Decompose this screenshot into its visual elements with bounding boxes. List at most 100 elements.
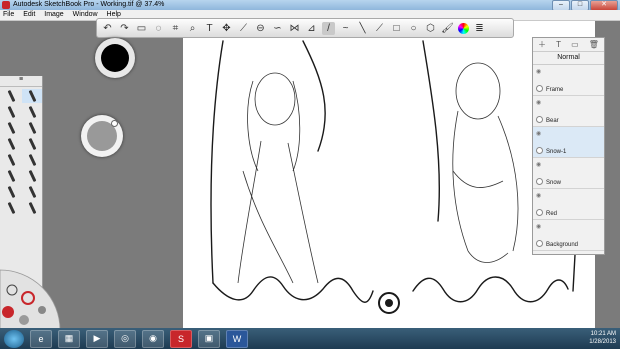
line-icon[interactable]: ╲: [356, 22, 369, 35]
french-curve-icon[interactable]: ∽: [271, 22, 284, 35]
marking-menu-red-icon: [2, 306, 14, 318]
brush-selected[interactable]: [22, 89, 42, 103]
chrome-icon[interactable]: ◎: [114, 329, 136, 348]
layer-radio[interactable]: [536, 116, 543, 123]
layer-bear[interactable]: ◉ Bear: [533, 96, 604, 127]
brush-smear[interactable]: [22, 153, 42, 167]
taskbar: e ▦ ▶ ◎ ◉ S ▣ W 10:21 AM 1/28/2013: [0, 328, 620, 349]
brush-pencil[interactable]: [1, 89, 21, 103]
brush-fill[interactable]: [1, 185, 21, 199]
eye-icon[interactable]: ◉: [536, 161, 541, 168]
color-wheel-icon[interactable]: [458, 22, 469, 34]
layer-radio[interactable]: [536, 178, 543, 185]
polygon-icon[interactable]: ⬡: [424, 22, 437, 35]
symmetry-icon[interactable]: ⋈: [288, 22, 301, 35]
brush-hard-eraser[interactable]: [22, 169, 42, 183]
text-icon[interactable]: T: [203, 22, 216, 35]
eye-icon[interactable]: ◉: [536, 130, 541, 137]
clock-time: 10:21 AM: [590, 331, 616, 337]
menu-image[interactable]: Image: [41, 10, 67, 18]
marking-menu-grey-icon: [19, 315, 29, 325]
eye-icon[interactable]: ◉: [536, 192, 541, 199]
redo-icon[interactable]: ↷: [118, 22, 131, 35]
firefox-icon[interactable]: ◉: [142, 329, 164, 348]
ellipse-guide-icon[interactable]: ⊖: [254, 22, 267, 35]
layer-background[interactable]: ◉ Background: [533, 220, 604, 251]
opacity-dot: [111, 120, 118, 127]
brush-marker[interactable]: [22, 105, 42, 119]
marking-menu-layer-icon: [38, 306, 46, 314]
color-puck[interactable]: [95, 38, 135, 78]
layer-label: Snow-1: [546, 149, 567, 155]
brush-chisel[interactable]: [1, 137, 21, 151]
layer-radio[interactable]: [536, 209, 543, 216]
lasso-icon[interactable]: ◌: [152, 22, 165, 35]
crop-icon[interactable]: ⌗: [169, 22, 182, 35]
eye-icon[interactable]: ◉: [536, 99, 541, 106]
layer-radio[interactable]: [536, 85, 543, 92]
brush-ink[interactable]: [1, 121, 21, 135]
sketchbook-app-icon: [2, 1, 10, 9]
ellipse-icon[interactable]: ○: [407, 22, 420, 35]
layer-snow[interactable]: ◉ Snow: [533, 158, 604, 189]
polyline-icon[interactable]: ⟋: [373, 22, 386, 35]
layer-red[interactable]: ◉ Red: [533, 189, 604, 220]
menu-edit[interactable]: Edit: [20, 10, 39, 18]
layer-label: Frame: [546, 87, 564, 93]
stroke-icon[interactable]: /: [322, 21, 335, 35]
brush-felt[interactable]: [22, 137, 42, 151]
rectangle-icon[interactable]: □: [390, 22, 403, 35]
start-button[interactable]: [4, 329, 24, 348]
system-tray: 10:21 AM 1/28/2013: [589, 330, 616, 346]
undo-icon[interactable]: ↶: [101, 22, 114, 35]
explorer-icon[interactable]: ▦: [58, 329, 80, 348]
brush-size-puck[interactable]: [81, 115, 123, 157]
layer-label: Red: [546, 211, 558, 217]
main-toolbar: ↶ ↷ ▭ ◌ ⌗ ⌕ T ✥ ⟋ ⊖ ∽ ⋈ ⊿ / ~ ╲ ⟋ □ ○ ⬡ …: [96, 18, 514, 38]
marking-menu[interactable]: [0, 260, 100, 330]
brush-pen[interactable]: [1, 105, 21, 119]
layer-label: Snow: [546, 180, 562, 186]
ruler-icon[interactable]: ⟋: [237, 22, 250, 35]
trash-icon[interactable]: 🗑: [589, 40, 599, 49]
brush-texture[interactable]: [1, 201, 21, 215]
menu-file[interactable]: File: [0, 10, 18, 18]
layer-label: Background: [546, 242, 579, 248]
brush-palette-icon[interactable]: 🖌: [441, 22, 454, 35]
brush-sharpen[interactable]: [22, 201, 42, 215]
zoom-icon[interactable]: ⌕: [186, 22, 199, 35]
add-text-layer-icon[interactable]: T: [556, 40, 561, 49]
perspective-icon[interactable]: ⊿: [305, 22, 318, 35]
layer-frame[interactable]: ◉ Frame: [533, 65, 604, 96]
ie-icon[interactable]: e: [30, 329, 52, 348]
media-player-icon[interactable]: ▶: [86, 329, 108, 348]
brush-palette-header[interactable]: ≡: [0, 76, 42, 87]
brush-eraser[interactable]: [1, 169, 21, 183]
layer-editor: ＋ T ▭ 🗑 Normal ◉ Frame ◉ Bear ◉ Snow-1 ◉ Sno…: [532, 37, 605, 255]
layer-radio[interactable]: [536, 240, 543, 247]
layer-radio[interactable]: [536, 147, 543, 154]
brush-paint[interactable]: [1, 153, 21, 167]
sketchbook-icon[interactable]: S: [170, 329, 192, 348]
rectangle-select-icon[interactable]: ▭: [135, 22, 148, 35]
add-layer-icon[interactable]: ＋: [538, 39, 546, 50]
brush-airbrush[interactable]: [22, 121, 42, 135]
menu-help[interactable]: Help: [104, 10, 125, 18]
window-title: Autodesk SketchBook Pro - Working.tif @ …: [13, 1, 165, 8]
title-bar: Autodesk SketchBook Pro - Working.tif @ …: [0, 0, 620, 11]
menu-window[interactable]: Window: [70, 10, 102, 18]
eye-icon[interactable]: ◉: [536, 68, 541, 75]
current-color-swatch: [101, 44, 129, 72]
eye-icon[interactable]: ◉: [536, 223, 541, 230]
curve-icon[interactable]: ~: [339, 22, 352, 35]
layers-icon[interactable]: ≣: [473, 22, 486, 35]
brush-blur[interactable]: [22, 185, 42, 199]
layer-label: Bear: [546, 118, 559, 124]
word-icon[interactable]: W: [226, 329, 248, 348]
move-icon[interactable]: ✥: [220, 22, 233, 35]
clock-date: 1/28/2013: [589, 339, 616, 345]
photoshop-icon[interactable]: ▣: [198, 329, 220, 348]
layer-snow-1[interactable]: ◉ Snow-1: [533, 127, 604, 158]
blend-mode-select[interactable]: Normal: [533, 52, 604, 65]
import-image-icon[interactable]: ▭: [571, 40, 579, 49]
